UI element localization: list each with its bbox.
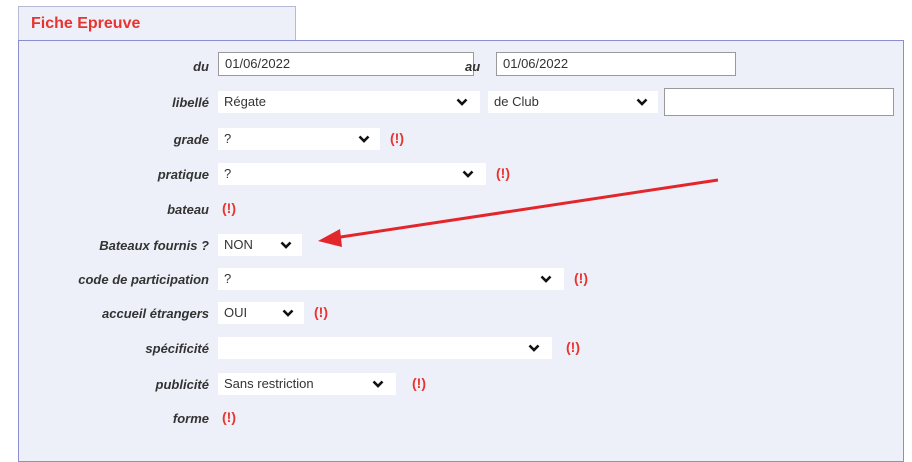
code-participation-warning-icon: (!) [574,270,588,286]
code-participation-select[interactable]: ? [218,268,564,290]
libelle-select-value: Régate [224,94,266,109]
form-panel: du 01/06/2022 au 01/06/2022 libellé Réga… [18,40,904,462]
libelle-label: libellé [172,95,209,110]
accueil-etrangers-select-value: OUI [224,305,248,320]
au-date-input[interactable]: 01/06/2022 [496,52,736,76]
specificite-label: spécificité [145,341,209,356]
publicite-warning-icon: (!) [412,375,426,391]
specificite-warning-icon: (!) [566,339,580,355]
bateaux-fournis-select-value: NON [224,237,253,252]
chevron-down-icon [636,98,648,106]
bateaux-fournis-label: Bateaux fournis ? [99,238,209,253]
tab-title: Fiche Epreuve [31,15,141,32]
publicite-select[interactable]: Sans restriction [218,373,396,395]
accueil-etrangers-warning-icon: (!) [314,304,328,320]
specificite-select[interactable] [218,337,552,359]
grade-select-value: ? [224,131,232,146]
chevron-down-icon [528,344,540,352]
libelle-select[interactable]: Régate [218,91,480,113]
code-participation-select-value: ? [224,271,232,286]
chevron-down-icon [358,135,370,143]
accueil-etrangers-select[interactable]: OUI [218,302,304,324]
grade-label: grade [173,132,209,147]
publicite-select-value: Sans restriction [224,376,314,391]
forme-label: forme [172,411,209,426]
chevron-down-icon [462,170,474,178]
pratique-select-value: ? [224,166,232,181]
libelle-text-input[interactable] [664,88,894,116]
chevron-down-icon [372,380,384,388]
fiche-epreuve-tab[interactable]: Fiche Epreuve [18,6,296,40]
libelle-type-select[interactable]: de Club [488,91,658,113]
grade-select[interactable]: ? [218,128,380,150]
grade-warning-icon: (!) [390,130,404,146]
pratique-label: pratique [157,167,209,182]
bateau-label: bateau [167,202,209,217]
du-label: du [193,59,209,74]
publicite-label: publicité [155,377,209,392]
bateaux-fournis-select[interactable]: NON [218,234,302,256]
chevron-down-icon [280,241,292,249]
au-label: au [465,59,481,74]
pratique-warning-icon: (!) [496,165,510,181]
chevron-down-icon [456,98,468,106]
libelle-type-select-value: de Club [494,94,539,109]
du-date-input[interactable]: 01/06/2022 [218,52,474,76]
forme-warning-icon: (!) [222,409,236,425]
accueil-etrangers-label: accueil étrangers [102,306,209,321]
pratique-select[interactable]: ? [218,163,486,185]
code-participation-label: code de participation [78,272,209,287]
chevron-down-icon [540,275,552,283]
bateau-warning-icon: (!) [222,200,236,216]
chevron-down-icon [282,309,294,317]
